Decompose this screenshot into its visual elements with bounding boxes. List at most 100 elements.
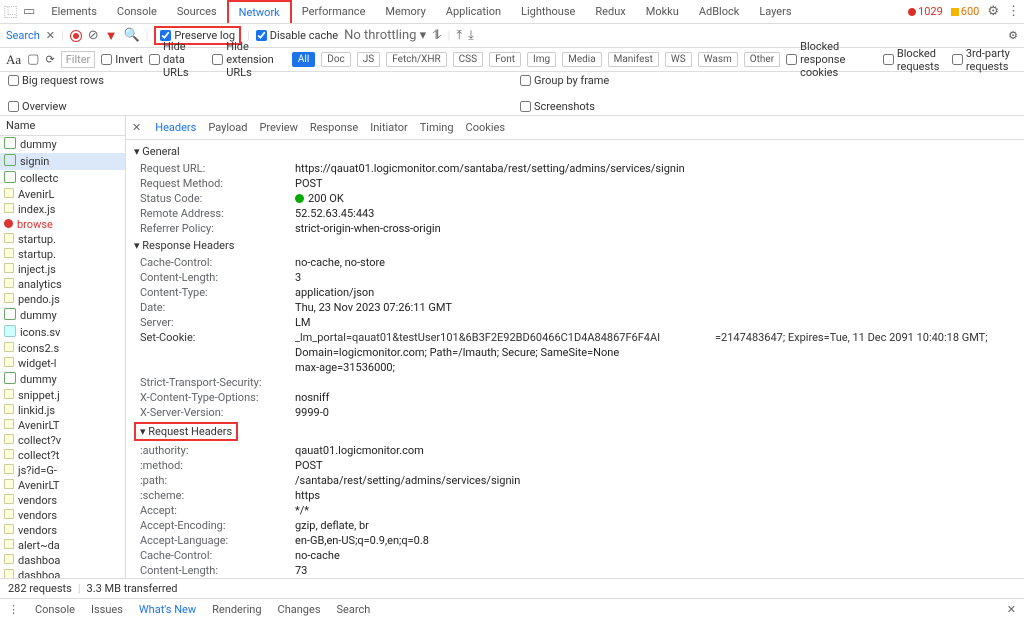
detail-tab-payload[interactable]: Payload	[208, 121, 247, 134]
request-row[interactable]: startup.	[0, 247, 125, 262]
request-row[interactable]: vendors	[0, 493, 125, 508]
blocked-requests-checkbox[interactable]: Blocked requests	[883, 47, 946, 73]
tab-application[interactable]: Application	[436, 1, 511, 22]
request-row[interactable]: AvenirLT	[0, 478, 125, 493]
refresh-icon[interactable]: ⟳	[45, 53, 54, 66]
detail-tab-cookies[interactable]: Cookies	[466, 121, 505, 134]
request-row[interactable]: browse	[0, 217, 125, 232]
request-row[interactable]: collect?v	[0, 433, 125, 448]
type-other[interactable]: Other	[744, 52, 780, 67]
regex-icon[interactable]: ▢	[27, 52, 39, 67]
request-row[interactable]: widget-l	[0, 356, 125, 371]
request-row[interactable]: collectc	[0, 170, 125, 187]
big-rows-checkbox[interactable]: Big request rows	[8, 74, 504, 87]
more-icon[interactable]: ⋮	[1007, 4, 1020, 19]
inspect-icon[interactable]: ⿺	[4, 2, 17, 21]
request-row[interactable]: analytics	[0, 277, 125, 292]
request-row[interactable]: pendo.js	[0, 292, 125, 307]
request-row[interactable]: dummy	[0, 136, 125, 153]
type-img[interactable]: Img	[527, 52, 556, 67]
request-row[interactable]: icons2.s	[0, 341, 125, 356]
close-search-icon[interactable]: ✕	[46, 29, 55, 42]
request-row[interactable]: collect?t	[0, 448, 125, 463]
request-row[interactable]: dummy	[0, 307, 125, 324]
drawer-tab-issues[interactable]: Issues	[91, 603, 123, 616]
request-row[interactable]: AvenirL	[0, 187, 125, 202]
settings-icon[interactable]: ⚙	[987, 4, 999, 19]
section-header[interactable]: ▾ Response Headers	[126, 236, 1024, 255]
tab-mokku[interactable]: Mokku	[636, 1, 689, 22]
request-row[interactable]: signin	[0, 153, 125, 170]
drawer-tab-whatsnew[interactable]: What's New	[139, 603, 196, 616]
request-row[interactable]: AvenirLT	[0, 418, 125, 433]
detail-tab-preview[interactable]: Preview	[259, 121, 297, 134]
request-row[interactable]: snippet.j	[0, 388, 125, 403]
throttling-select[interactable]: No throttling ▾	[344, 28, 426, 43]
type-doc[interactable]: Doc	[321, 52, 351, 67]
drawer-tab-search[interactable]: Search	[337, 603, 371, 616]
match-case-icon[interactable]: Aa	[6, 52, 21, 68]
request-row[interactable]: alert~da	[0, 538, 125, 553]
record-button[interactable]	[70, 30, 82, 42]
request-row[interactable]: js?id=G-	[0, 463, 125, 478]
drawer-close-icon[interactable]: ✕	[1007, 603, 1016, 616]
drawer-menu-icon[interactable]: ⋮	[8, 603, 19, 616]
request-row[interactable]: icons.sv	[0, 324, 125, 341]
download-har-icon[interactable]: ⤓	[468, 28, 474, 43]
search-icon[interactable]: 🔍	[123, 28, 139, 43]
request-row[interactable]: inject.js	[0, 262, 125, 277]
drawer-tab-changes[interactable]: Changes	[278, 603, 321, 616]
request-row[interactable]: index.js	[0, 202, 125, 217]
tab-memory[interactable]: Memory	[375, 1, 435, 22]
request-row[interactable]: vendors	[0, 508, 125, 523]
section-header[interactable]: ▾ General	[126, 142, 1024, 161]
error-count[interactable]: 1029	[908, 5, 943, 18]
request-row[interactable]: dashboa	[0, 568, 125, 578]
tab-console[interactable]: Console	[107, 1, 167, 22]
close-detail-icon[interactable]: ✕	[132, 121, 141, 134]
third-party-checkbox[interactable]: 3rd-party requests	[952, 47, 1018, 73]
detail-tab-initiator[interactable]: Initiator	[370, 121, 408, 134]
tab-performance[interactable]: Performance	[292, 1, 376, 22]
drawer-tab-console[interactable]: Console	[35, 603, 75, 616]
overview-checkbox[interactable]: Overview	[8, 100, 504, 113]
request-row[interactable]: vendors	[0, 523, 125, 538]
tab-sources[interactable]: Sources	[167, 1, 227, 22]
detail-tab-timing[interactable]: Timing	[420, 121, 454, 134]
network-settings-icon[interactable]: ⚙	[1008, 29, 1018, 42]
group-by-frame-checkbox[interactable]: Group by frame	[520, 74, 1016, 87]
search-button[interactable]: Search	[6, 29, 40, 42]
detail-tab-headers[interactable]: Headers	[155, 121, 196, 134]
type-fetchxhr[interactable]: Fetch/XHR	[386, 52, 446, 67]
upload-har-icon[interactable]: ⤒	[456, 28, 462, 43]
type-wasm[interactable]: Wasm	[698, 52, 738, 67]
filter-toggle-icon[interactable]: ▼	[105, 28, 118, 44]
request-row[interactable]: dashboa	[0, 553, 125, 568]
type-font[interactable]: Font	[489, 52, 521, 67]
wifi-icon[interactable]: ⥮	[432, 28, 441, 43]
type-js[interactable]: JS	[357, 52, 380, 67]
tab-adblock[interactable]: AdBlock	[689, 1, 750, 22]
type-all[interactable]: All	[292, 52, 315, 67]
type-manifest[interactable]: Manifest	[608, 52, 659, 67]
type-css[interactable]: CSS	[453, 52, 483, 67]
request-row[interactable]: dummy	[0, 371, 125, 388]
tab-layers[interactable]: Layers	[749, 1, 801, 22]
column-name[interactable]: Name	[0, 116, 125, 136]
tab-lighthouse[interactable]: Lighthouse	[511, 1, 585, 22]
detail-tab-response[interactable]: Response	[310, 121, 358, 134]
type-ws[interactable]: WS	[665, 52, 692, 67]
section-header[interactable]: ▾ Request Headers	[134, 422, 238, 441]
device-toolbar-icon[interactable]: ▭	[23, 4, 35, 19]
filter-input[interactable]: Filter	[61, 51, 96, 68]
tab-redux[interactable]: Redux	[585, 1, 635, 22]
invert-checkbox[interactable]: Invert	[101, 53, 143, 66]
request-row[interactable]: linkid.js	[0, 403, 125, 418]
clear-icon[interactable]: ⊘	[88, 28, 99, 43]
warning-count[interactable]: 600	[951, 5, 980, 18]
drawer-tab-rendering[interactable]: Rendering	[212, 603, 261, 616]
tab-network[interactable]: Network	[227, 0, 292, 23]
type-media[interactable]: Media	[562, 52, 602, 67]
tab-elements[interactable]: Elements	[41, 1, 107, 22]
request-row[interactable]: startup.	[0, 232, 125, 247]
